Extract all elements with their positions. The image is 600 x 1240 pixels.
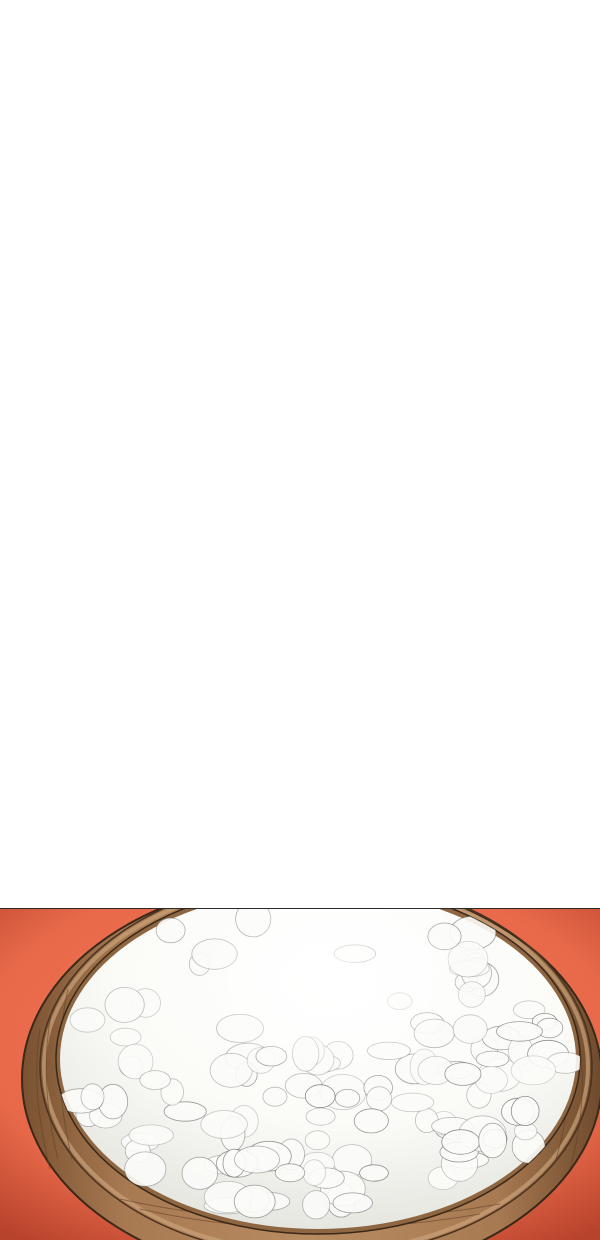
rice-clump [200, 1110, 248, 1139]
rice-clump [155, 917, 186, 944]
rice-clump [124, 1151, 167, 1187]
rice-clump [69, 1007, 106, 1033]
rice-clump [496, 1021, 543, 1042]
rice-clump [233, 1145, 280, 1174]
rice-clump [510, 1055, 556, 1086]
comic-panel [0, 908, 600, 1240]
rice-clump [274, 1163, 306, 1183]
rice-clump [80, 1083, 105, 1111]
rice-clump [359, 1164, 389, 1182]
rice-clump [475, 1050, 510, 1068]
rice-clump [233, 1184, 276, 1219]
rice-clump [302, 1190, 331, 1220]
rice-clump [510, 1095, 540, 1126]
rice-clump [444, 1062, 482, 1086]
rice-clump [302, 1159, 326, 1186]
rice-clump [304, 1130, 331, 1151]
rice-clump [128, 1124, 174, 1146]
rice-clump [390, 1092, 435, 1113]
rice-clump [139, 1070, 171, 1091]
rice-clump [305, 1107, 336, 1126]
rice-clump [104, 987, 145, 1023]
rice-clump [332, 1192, 373, 1214]
rice-clump [366, 1086, 393, 1112]
rice-clump [478, 1122, 507, 1159]
blank-space [0, 0, 600, 908]
rice-clump [109, 1027, 142, 1047]
rice-clump [441, 1129, 481, 1155]
rice-clump [334, 1089, 361, 1108]
rice-clump [353, 1108, 389, 1134]
rice-clump [181, 1156, 218, 1190]
webtoon-page [0, 0, 600, 1240]
rice-bowl-illustration [0, 909, 600, 1240]
rice-clump [262, 1086, 288, 1107]
